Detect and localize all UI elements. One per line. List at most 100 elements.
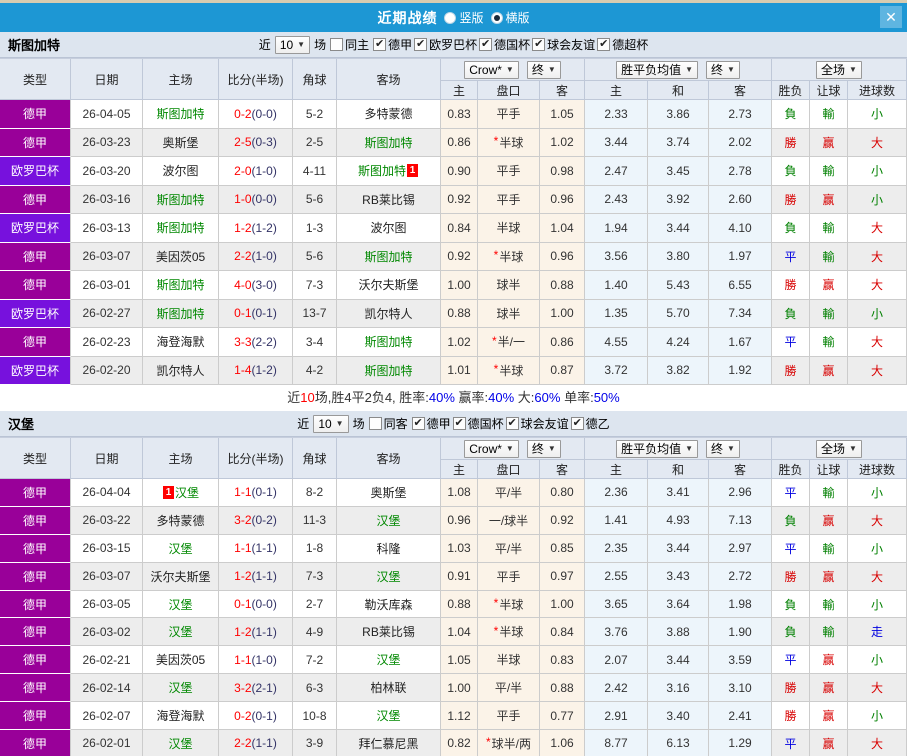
league-checkbox[interactable]: ✔德超杯 [597, 36, 648, 53]
league-label: 德国杯 [468, 415, 504, 432]
crown-handicap: 平手 [478, 702, 540, 730]
col-crown-home: 主 [441, 81, 478, 100]
league-checkbox[interactable]: ✔德甲 [373, 36, 412, 53]
handicap-text: 半球 [499, 362, 523, 379]
result-winloss: 平 [772, 730, 810, 756]
result-winloss: 勝 [772, 674, 810, 702]
crown-away-odds: 0.86 [540, 328, 585, 357]
competition-cell: 德甲 [0, 479, 71, 507]
date-cell: 26-02-27 [71, 300, 143, 329]
league-label: 球会友谊 [521, 415, 569, 432]
corner-cell: 8-2 [293, 479, 337, 507]
avg-away-odds: 1.90 [709, 618, 772, 646]
checkbox-icon[interactable]: ✔ [414, 38, 427, 51]
summary-text: 40% [429, 390, 455, 405]
handicap-text: 半/一 [498, 333, 525, 350]
select-value: 终 [711, 61, 723, 78]
crown-away-odds: 0.96 [540, 243, 585, 272]
avg-odds-select[interactable]: 胜平负均值▼ [616, 440, 698, 458]
half-time-score: (2-1) [252, 681, 277, 695]
red-card-badge: 1 [407, 164, 418, 177]
chevron-down-icon: ▼ [685, 444, 693, 453]
date-cell: 26-02-20 [71, 357, 143, 386]
team-name: 汉堡 [168, 623, 192, 640]
final-odds-select[interactable]: 终▼ [706, 440, 740, 458]
home-team-cell: 1汉堡 [143, 479, 219, 507]
result-goals: 走 [848, 618, 907, 646]
checkbox-icon[interactable]: ✔ [453, 417, 466, 430]
crown-home-odds: 0.96 [441, 507, 478, 535]
full-match-select[interactable]: 全场▼ [816, 61, 862, 79]
avg-odds-select[interactable]: 胜平负均值▼ [616, 61, 698, 79]
avg-home-odds: 3.72 [585, 357, 648, 386]
summary-text: 场,胜4平2负4, 胜率: [315, 390, 429, 405]
same-venue-checkbox[interactable]: 同客 [369, 415, 408, 432]
competition-cell: 德甲 [0, 186, 71, 215]
team-name: 凯尔特人 [364, 305, 412, 322]
checkbox-icon[interactable]: ✔ [532, 38, 545, 51]
checkbox-icon[interactable] [330, 38, 343, 51]
games-label: 场 [353, 415, 365, 432]
result-handicap: 輸 [810, 328, 848, 357]
summary-text: 单率: [560, 390, 593, 405]
full-time-score: 2-5 [234, 135, 251, 149]
checkbox-icon[interactable]: ✔ [412, 417, 425, 430]
crown-home-odds: 0.84 [441, 214, 478, 243]
crown-handicap: *半球 [478, 129, 540, 158]
checkbox-icon[interactable]: ✔ [597, 38, 610, 51]
league-checkbox[interactable]: ✔德国杯 [479, 36, 530, 53]
team-name: 斯图加特 [364, 333, 412, 350]
result-winloss: 勝 [772, 357, 810, 386]
avg-odds-group: 胜平负均值▼ 终▼ [585, 59, 772, 81]
date-cell: 26-03-22 [71, 507, 143, 535]
crown-away-odds: 0.96 [540, 186, 585, 215]
avg-draw-odds: 3.40 [648, 702, 709, 730]
league-checkbox[interactable]: ✔德国杯 [453, 415, 504, 432]
crown-away-odds: 1.05 [540, 100, 585, 129]
bookmaker-select[interactable]: Crow*▼ [464, 440, 519, 458]
radio-horizontal-label[interactable]: 横版 [506, 9, 530, 26]
same-venue-checkbox[interactable]: 同主 [330, 36, 369, 53]
crown-handicap: 半球 [478, 214, 540, 243]
checkbox-icon[interactable]: ✔ [506, 417, 519, 430]
crown-home-odds: 1.08 [441, 479, 478, 507]
col-away: 客场 [337, 438, 441, 479]
checkbox-icon[interactable]: ✔ [479, 38, 492, 51]
radio-vertical-layout[interactable]: 竖版 [444, 9, 483, 26]
away-team-cell: 柏林联 [337, 674, 441, 702]
avg-home-odds: 4.55 [585, 328, 648, 357]
full-match-select[interactable]: 全场▼ [816, 440, 862, 458]
league-checkbox[interactable]: ✔德甲 [412, 415, 451, 432]
avg-away-odds: 2.73 [709, 100, 772, 129]
league-checkbox[interactable]: ✔球会友谊 [506, 415, 569, 432]
team-name: 汉堡 [168, 735, 192, 752]
final-odds-select[interactable]: 终▼ [527, 61, 561, 79]
title-group: 近期战绩 竖版 横版 [377, 8, 529, 28]
checkbox-icon[interactable] [369, 417, 382, 430]
games-count-select[interactable]: 10 ▼ [275, 36, 310, 54]
full-time-score: 2-0 [234, 164, 251, 178]
checkbox-icon[interactable]: ✔ [571, 417, 584, 430]
bookmaker-select[interactable]: Crow*▼ [464, 61, 519, 79]
home-team-cell: 汉堡 [143, 535, 219, 563]
radio-vertical-label[interactable]: 竖版 [459, 9, 483, 26]
full-time-score: 1-2 [234, 221, 251, 235]
games-count-select[interactable]: 10 ▼ [313, 415, 348, 433]
col-date: 日期 [71, 438, 143, 479]
home-team-cell: 海登海默 [143, 328, 219, 357]
checkbox-icon[interactable]: ✔ [373, 38, 386, 51]
avg-draw-odds: 3.80 [648, 243, 709, 272]
final-odds-select[interactable]: 终▼ [527, 440, 561, 458]
date-cell: 26-04-05 [71, 100, 143, 129]
radio-unselected-icon[interactable] [444, 12, 456, 24]
team-name: 斯图加特 [156, 305, 204, 322]
final-odds-select[interactable]: 终▼ [706, 61, 740, 79]
close-button[interactable]: ✕ [880, 6, 902, 28]
half-time-score: (1-1) [252, 736, 277, 750]
league-checkbox[interactable]: ✔球会友谊 [532, 36, 595, 53]
radio-horizontal-layout[interactable]: 横版 [491, 9, 530, 26]
league-checkbox[interactable]: ✔欧罗巴杯 [414, 36, 477, 53]
radio-selected-icon[interactable] [491, 12, 503, 24]
col-avg-home: 主 [585, 460, 648, 479]
league-checkbox[interactable]: ✔德乙 [571, 415, 610, 432]
